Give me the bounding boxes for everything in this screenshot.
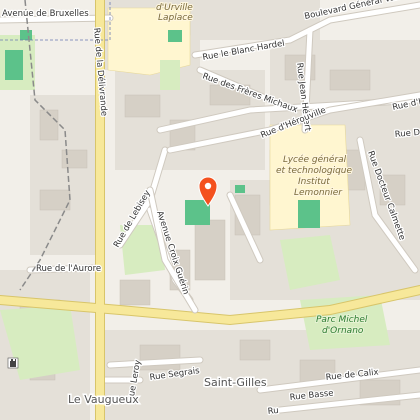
map-canvas[interactable]: Avenue de Bruxelles Rue de la Délivrande… — [0, 0, 420, 420]
label-ru: Ru — [267, 406, 279, 417]
label-lycee-line3: Institut — [298, 177, 330, 187]
castle-icon[interactable] — [7, 357, 19, 369]
label-urville-line2: Laplace — [158, 13, 193, 23]
label-parc-line2: d'Ornano — [322, 326, 364, 336]
label-rue-docteur-top: Rue Do — [394, 127, 420, 140]
label-avenue-de-bruxelles: Avenue de Bruxelles — [2, 9, 89, 19]
label-lycee-line1: Lycée général — [283, 154, 347, 165]
map[interactable]: Avenue de Bruxelles Rue de la Délivrande… — [0, 0, 420, 420]
label-urville-line1: d'Urville — [156, 3, 193, 13]
label-lycee-line2: et technologique — [276, 166, 352, 176]
label-lycee-line4: Lemonnier — [294, 188, 343, 198]
label-saint-gilles: Saint-Gilles — [204, 376, 267, 389]
label-parc-line1: Parc Michel — [316, 315, 368, 325]
label-le-vaugueux: Le Vaugueux — [68, 393, 139, 406]
label-rue-de-laurore: Rue de l'Aurore — [36, 264, 101, 274]
